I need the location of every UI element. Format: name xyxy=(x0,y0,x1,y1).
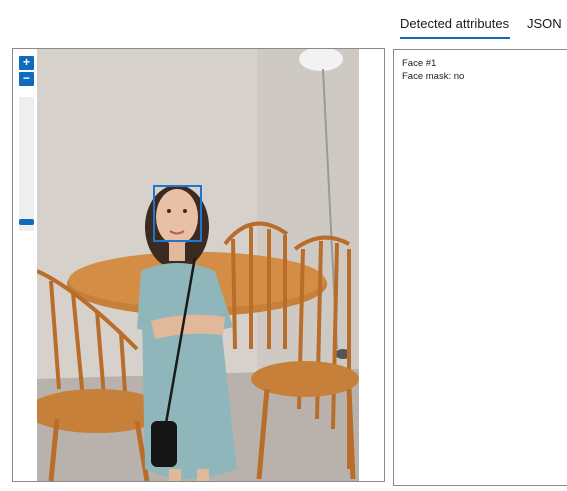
tab-detected-attributes[interactable]: Detected attributes xyxy=(400,16,510,39)
zoom-in-button[interactable]: + xyxy=(19,56,34,70)
zoom-slider-track[interactable] xyxy=(19,97,34,231)
zoom-slider-thumb[interactable] xyxy=(19,219,34,225)
image-viewer: + − xyxy=(12,48,385,482)
face-mask-attribute: Face mask: no xyxy=(402,71,465,82)
face-title: Face #1 xyxy=(402,58,437,69)
result-tabs: Detected attributes JSON xyxy=(392,0,567,44)
tab-json[interactable]: JSON xyxy=(527,16,562,37)
photo-illustration xyxy=(37,49,359,481)
zoom-out-button[interactable]: − xyxy=(19,72,34,86)
analyzed-photo xyxy=(37,49,359,481)
attributes-panel: Face #1 Face mask: no xyxy=(393,49,567,486)
